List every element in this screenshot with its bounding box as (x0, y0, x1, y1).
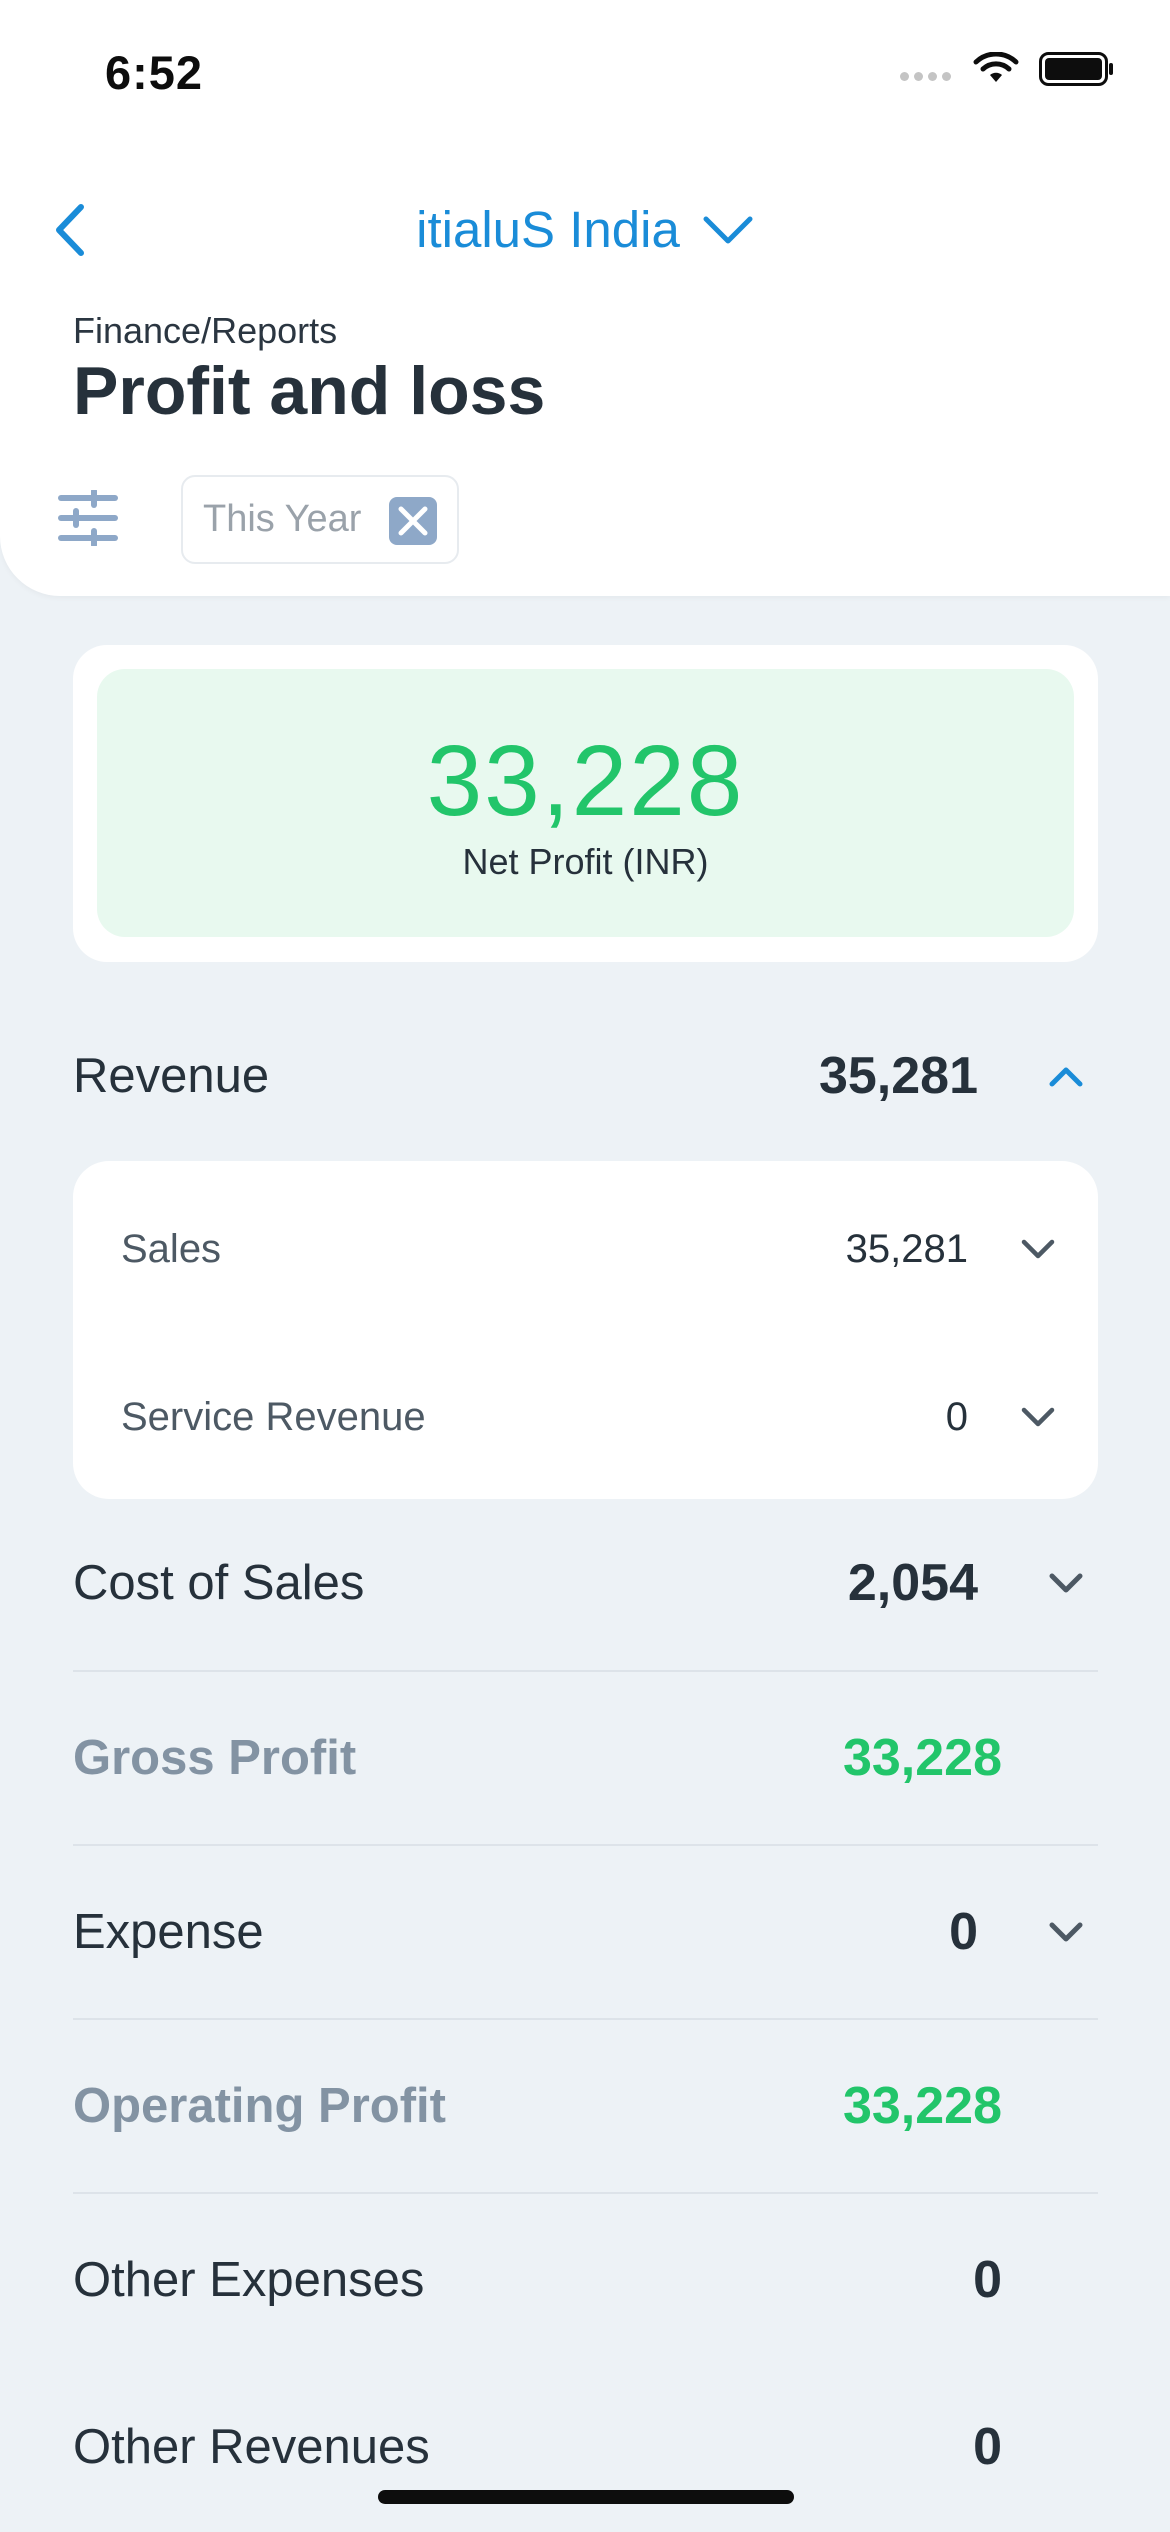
sliders-icon (58, 488, 118, 548)
chevron-down-icon[interactable] (1018, 1229, 1058, 1269)
close-icon (398, 506, 428, 536)
other-expenses-row: Other Expenses 0 (73, 2205, 1098, 2355)
row-value: 33,228 (842, 1729, 1002, 1787)
sub-row-label: Sales (121, 1226, 222, 1271)
sub-row-value: 35,281 (845, 1226, 968, 1271)
org-switcher[interactable]: itialuS India (0, 200, 1170, 259)
filter-button[interactable] (58, 488, 118, 548)
divider (73, 1844, 1098, 1846)
header: 6:52 itialuS India Finance/Reports Profi… (0, 0, 1170, 596)
divider (73, 2192, 1098, 2194)
filter-chip-this-year[interactable]: This Year (181, 475, 459, 564)
chevron-down-icon[interactable] (1044, 1910, 1088, 1954)
row-label: Other Revenues (73, 2420, 430, 2474)
sub-row-label: Service Revenue (121, 1394, 426, 1439)
divider (73, 1670, 1098, 1672)
row-label: Cost of Sales (73, 1556, 365, 1610)
battery-icon (1039, 52, 1113, 86)
signal-icon (900, 71, 951, 81)
revenue-row[interactable]: Revenue 35,281 (73, 1001, 1098, 1151)
chip-remove-button[interactable] (389, 497, 437, 545)
breadcrumb: Finance/Reports (73, 310, 338, 351)
row-value: 2,054 (847, 1554, 978, 1612)
divider (73, 2018, 1098, 2020)
chevron-down-icon (703, 216, 753, 243)
row-label: Gross Profit (73, 1731, 357, 1785)
row-label: Revenue (73, 1049, 270, 1103)
gross-profit-row: Gross Profit 33,228 (73, 1683, 1098, 1833)
net-profit-card: 33,228 Net Profit (INR) (73, 645, 1098, 962)
home-indicator[interactable] (378, 2490, 794, 2504)
net-profit-value: 33,228 (426, 724, 745, 837)
row-value: 0 (973, 2418, 1002, 2476)
row-label: Expense (73, 1905, 264, 1959)
chevron-down-icon[interactable] (1044, 1561, 1088, 1605)
status-icons (900, 52, 1115, 86)
sub-row-value: 0 (945, 1394, 968, 1439)
row-label: Operating Profit (73, 2079, 446, 2133)
cost-of-sales-row[interactable]: Cost of Sales 2,054 (73, 1508, 1098, 1658)
expense-row[interactable]: Expense 0 (73, 1857, 1098, 2007)
row-value: 35,281 (818, 1047, 978, 1105)
wifi-icon (973, 52, 1019, 82)
status-time: 6:52 (105, 46, 204, 99)
chevron-down-icon[interactable] (1018, 1397, 1058, 1437)
list-item[interactable]: Service Revenue 0 (121, 1357, 1058, 1477)
page-title: Profit and loss (73, 353, 546, 429)
row-label: Other Expenses (73, 2253, 425, 2307)
operating-profit-row: Operating Profit 33,228 (73, 2031, 1098, 2181)
net-profit-panel: 33,228 Net Profit (INR) (97, 669, 1074, 937)
net-profit-label: Net Profit (INR) (462, 840, 709, 882)
chevron-up-icon[interactable] (1044, 1054, 1088, 1098)
list-item[interactable]: Sales 35,281 (121, 1189, 1058, 1309)
filter-chip-label: This Year (203, 498, 362, 540)
revenue-breakdown: Sales 35,281 Service Revenue 0 (73, 1161, 1098, 1499)
row-value: 33,228 (842, 2077, 1002, 2135)
row-value: 0 (973, 2251, 1002, 2309)
row-value: 0 (949, 1903, 978, 1961)
org-name: itialuS India (416, 201, 680, 258)
